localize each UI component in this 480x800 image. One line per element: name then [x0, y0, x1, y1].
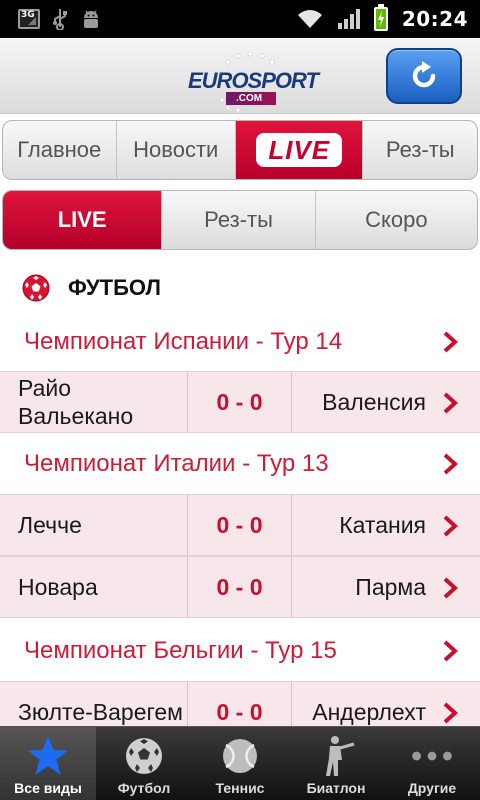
tennis-ball-icon	[223, 739, 257, 773]
nav-label: Теннис	[215, 780, 265, 796]
match-row[interactable]: Новара 0 - 0 Парма	[0, 556, 480, 618]
tab-main[interactable]: Главное	[3, 121, 117, 179]
tab-results[interactable]: Рез-ты	[363, 121, 477, 179]
subtab-label: Скоро	[365, 207, 428, 232]
tab-live[interactable]: LIVE	[236, 121, 364, 179]
star-icon	[28, 736, 68, 775]
tab-label: Главное	[17, 137, 102, 162]
nav-label: Биатлон	[306, 780, 366, 796]
refresh-icon	[412, 61, 436, 88]
home-team: Лечче	[0, 495, 188, 555]
live-badge: LIVE	[256, 133, 343, 167]
nav-label: Все виды	[14, 780, 82, 796]
match-row[interactable]: Лечче 0 - 0 Катания	[0, 494, 480, 556]
subtab-results[interactable]: Рез-ты	[162, 191, 316, 249]
main-tabs: Главное Новости LIVE Рез-ты	[2, 120, 478, 180]
logo-subtext: .COM	[226, 92, 277, 105]
logo-text: EUROSPORT	[188, 68, 319, 93]
tab-news[interactable]: Новости	[117, 121, 237, 179]
nav-tennis[interactable]: Теннис	[192, 727, 288, 800]
chevron-right-icon	[443, 702, 458, 724]
tab-label: Новости	[133, 137, 219, 162]
more-dots-icon	[412, 751, 452, 761]
signal-icon	[337, 9, 360, 29]
android-debug-icon	[84, 10, 98, 28]
refresh-button[interactable]	[386, 48, 462, 104]
nav-biathlon[interactable]: Биатлон	[288, 727, 384, 800]
nav-football[interactable]: Футбол	[96, 727, 192, 800]
match-score: 0 - 0	[188, 372, 292, 432]
battery-charging-icon	[373, 4, 388, 31]
bottom-nav: Все виды Футбол Теннис Биатлон Другие	[0, 726, 480, 800]
network-3g-icon: 3G	[18, 9, 40, 29]
wifi-icon	[297, 10, 322, 28]
clock: 20:24	[401, 7, 468, 31]
match-score: 0 - 0	[188, 495, 292, 555]
status-bar: 3G 20:24	[0, 0, 480, 38]
tab-label: Рез-ты	[385, 137, 455, 162]
chevron-right-icon	[443, 392, 458, 414]
chevron-right-icon	[443, 577, 458, 599]
match-score: 0 - 0	[188, 557, 292, 617]
nav-label: Футбол	[117, 780, 171, 796]
league-row[interactable]: Чемпионат Италии - Тур 13	[0, 435, 480, 493]
soccer-ball-icon	[126, 738, 162, 774]
sport-title: ФУТБОЛ	[68, 275, 161, 300]
match-row[interactable]: Райо Вальекано 0 - 0 Валенсия	[0, 371, 480, 433]
league-row[interactable]: Чемпионат Испании - Тур 14	[0, 313, 480, 371]
chevron-right-icon	[443, 331, 458, 353]
subtab-label: LIVE	[57, 207, 107, 232]
home-team: Райо Вальекано	[0, 372, 188, 432]
nav-other[interactable]: Другие	[384, 727, 480, 800]
nav-label: Другие	[407, 780, 457, 796]
subtab-label: Рез-ты	[204, 207, 273, 232]
eurosport-logo: EUROSPORT .COM	[188, 52, 319, 120]
nav-all-sports[interactable]: Все виды	[0, 727, 96, 800]
home-team: Новара	[0, 557, 188, 617]
chevron-right-icon	[443, 515, 458, 537]
sport-header: ФУТБОЛ	[0, 266, 480, 310]
league-name: Чемпионат Бельгии - Тур 15	[24, 637, 337, 664]
soccer-ball-icon	[22, 274, 50, 302]
chevron-right-icon	[443, 640, 458, 662]
league-name: Чемпионат Италии - Тур 13	[24, 450, 329, 477]
league-row[interactable]: Чемпионат Бельгии - Тур 15	[0, 622, 480, 680]
app-header: EUROSPORT .COM	[0, 38, 480, 114]
chevron-right-icon	[443, 453, 458, 475]
subtab-live[interactable]: LIVE	[3, 191, 163, 249]
sub-tabs: LIVE Рез-ты Скоро	[2, 190, 478, 250]
subtab-upcoming[interactable]: Скоро	[316, 191, 477, 249]
league-name: Чемпионат Испании - Тур 14	[24, 328, 343, 355]
screen: 3G 20:24 EUROSPORT .COM Главное Новости …	[0, 0, 480, 800]
usb-icon	[53, 9, 67, 30]
biathlon-icon	[326, 736, 355, 776]
